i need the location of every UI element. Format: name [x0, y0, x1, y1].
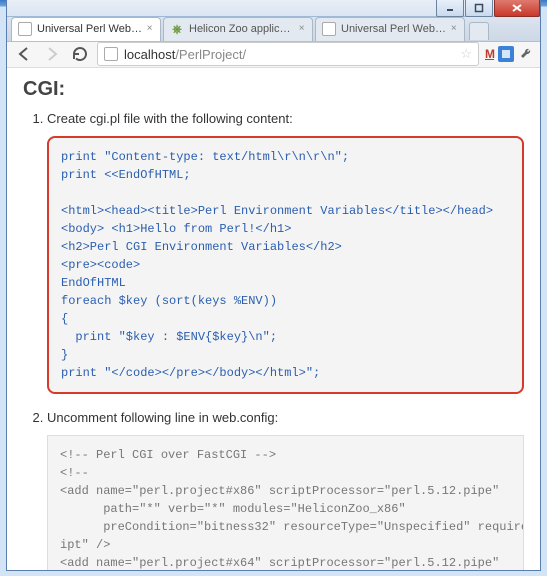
gmail-extension-icon[interactable]: M: [485, 47, 494, 61]
wrench-icon: [518, 46, 534, 62]
code-block-1: print "Content-type: text/html\r\n\r\n";…: [47, 136, 524, 394]
page-content[interactable]: CGI: Create cgi.pl file with the followi…: [7, 68, 540, 570]
tab-close-button[interactable]: ×: [145, 24, 154, 34]
new-tab-button[interactable]: [469, 22, 489, 40]
tab-strip: Universal Perl Web Appli × ⎈ Helicon Zoo…: [7, 17, 540, 42]
tab-label: Helicon Zoo application s: [189, 23, 294, 35]
step-1: Create cgi.pl file with the following co…: [47, 111, 524, 394]
arrow-right-icon: [43, 45, 61, 63]
tab-label: Universal Perl Web Appli: [37, 23, 142, 35]
url-path: /PerlProject/: [175, 47, 246, 62]
maximize-icon: [474, 3, 484, 13]
step-2: Uncomment following line in web.config: …: [47, 410, 524, 570]
tab-label: Universal Perl Web Applic: [341, 23, 447, 35]
reload-button[interactable]: [69, 43, 91, 65]
browser-window: Universal Perl Web Appli × ⎈ Helicon Zoo…: [6, 0, 541, 571]
url-host: localhost: [124, 47, 175, 62]
back-button[interactable]: [13, 43, 35, 65]
window-close-button[interactable]: [494, 0, 540, 17]
address-bar[interactable]: localhost/PerlProject/ ☆: [97, 42, 479, 66]
tab-3[interactable]: Universal Perl Web Applic ×: [315, 17, 465, 41]
window-maximize-button[interactable]: [465, 0, 493, 17]
toolbar: localhost/PerlProject/ ☆ M: [7, 42, 540, 68]
reload-icon: [71, 45, 89, 63]
page-title: CGI:: [23, 78, 524, 101]
page-icon: [322, 22, 336, 36]
tab-2[interactable]: ⎈ Helicon Zoo application s ×: [163, 17, 313, 41]
minimize-icon: [445, 3, 455, 13]
page-icon: [104, 47, 118, 61]
tab-1[interactable]: Universal Perl Web Appli ×: [11, 17, 161, 41]
wrench-menu-button[interactable]: [518, 46, 534, 62]
close-icon: [511, 3, 523, 13]
page-icon: [18, 22, 32, 36]
arrow-left-icon: [15, 45, 33, 63]
window-titlebar[interactable]: [7, 0, 540, 17]
tab-close-button[interactable]: ×: [450, 24, 458, 34]
step-1-text: Create cgi.pl file with the following co…: [47, 111, 293, 126]
code-block-2: <!-- Perl CGI over FastCGI --> <!-- <add…: [47, 435, 524, 570]
zoo-icon: ⎈: [170, 22, 184, 36]
steps-list: Create cgi.pl file with the following co…: [23, 111, 524, 570]
window-minimize-button[interactable]: [436, 0, 464, 17]
extension-glyph-icon: [501, 49, 511, 59]
forward-button[interactable]: [41, 43, 63, 65]
step-2-text: Uncomment following line in web.config:: [47, 410, 278, 425]
bookmark-star-icon[interactable]: ☆: [460, 46, 472, 62]
tab-close-button[interactable]: ×: [297, 24, 306, 34]
extension-icon[interactable]: [498, 46, 514, 62]
